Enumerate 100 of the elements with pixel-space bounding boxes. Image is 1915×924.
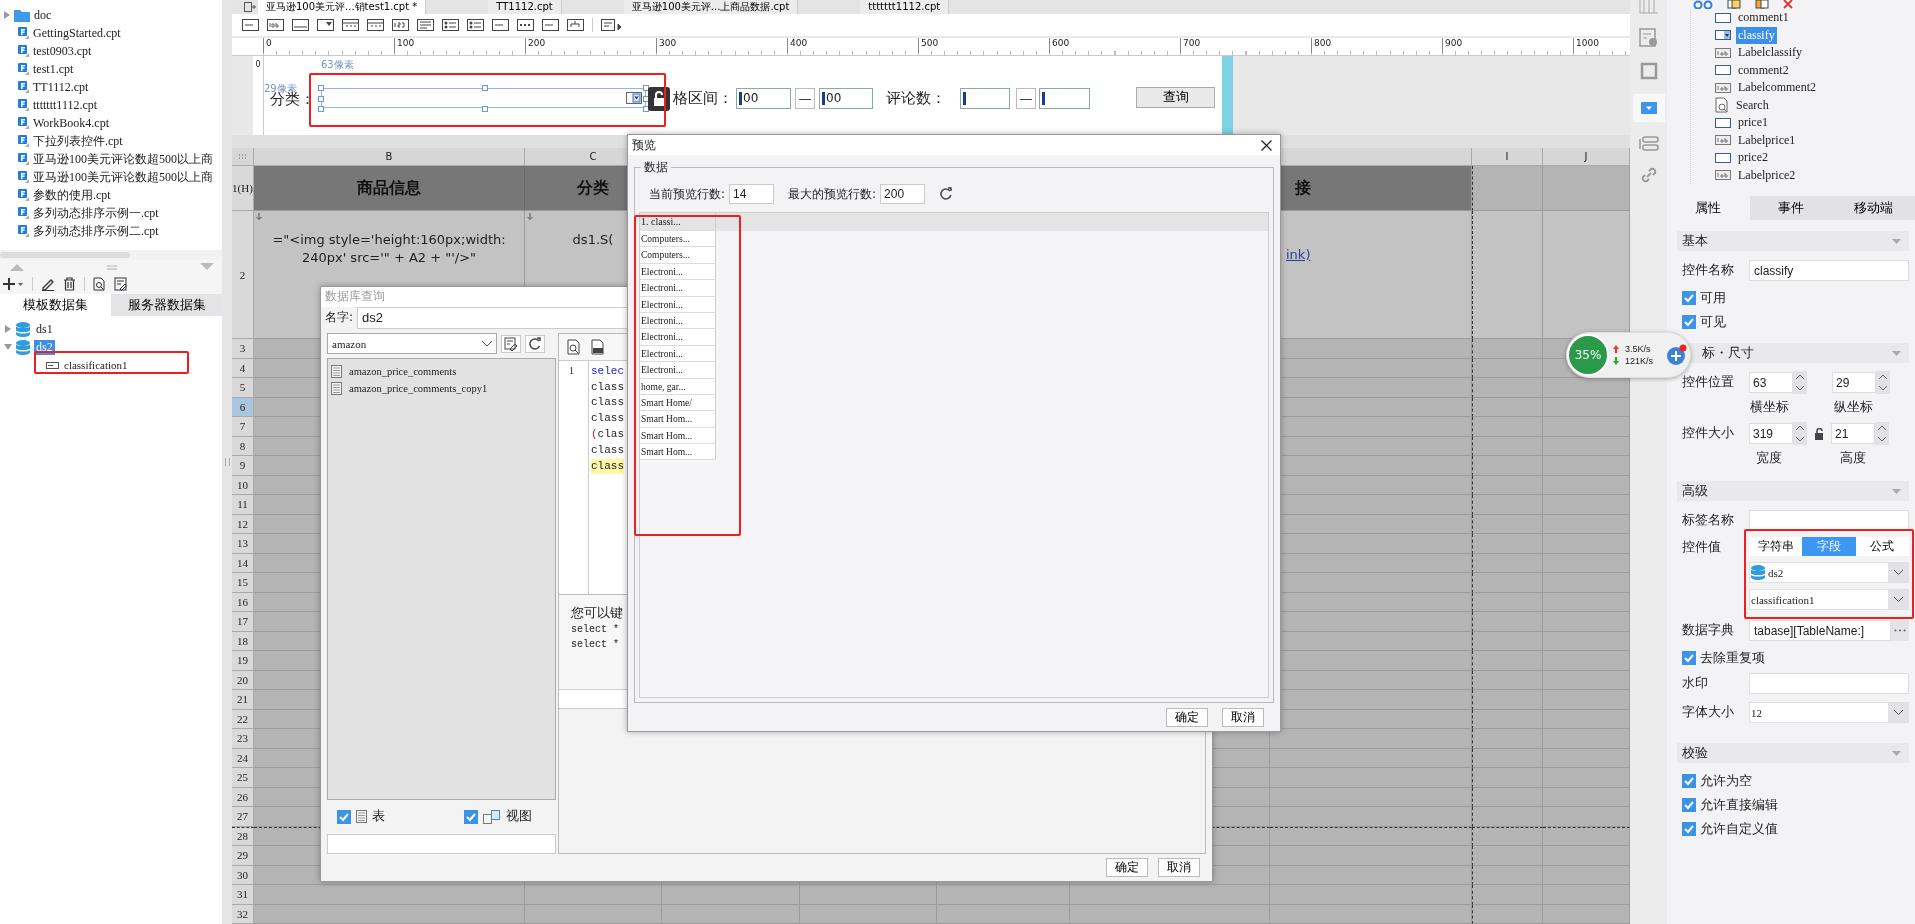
dialog-button[interactable]: 确定 — [1106, 857, 1148, 877]
dialog-button[interactable]: 确定 — [1166, 707, 1208, 727]
row-header[interactable]: 21 — [232, 690, 254, 710]
row-header[interactable]: 14 — [232, 553, 254, 573]
query-button[interactable]: 查询 — [1136, 86, 1215, 108]
widget-name[interactable]: comment1 — [1736, 9, 1791, 27]
editor-tab[interactable]: 亚马逊100美元评...销test1.cpt * — [258, 0, 427, 14]
widget-name[interactable]: price2 — [1736, 149, 1770, 167]
file-name[interactable]: test0903.cpt — [33, 43, 92, 59]
row-header[interactable]: 28 — [232, 826, 254, 846]
column-header[interactable]: J — [1543, 148, 1630, 166]
row-header[interactable]: 30 — [232, 865, 254, 885]
field-caption: 高度 — [1839, 450, 1867, 466]
folder-name[interactable]: doc — [34, 7, 52, 23]
row-header[interactable]: 24 — [232, 748, 254, 768]
section-header[interactable]: 校验 — [1677, 743, 1909, 763]
row-header[interactable]: 6 — [232, 397, 254, 417]
number-field[interactable]: 21 — [1831, 423, 1875, 444]
row-header[interactable]: 23 — [232, 729, 254, 749]
text-field[interactable]: classify — [1749, 260, 1909, 281]
range-separator: — — [795, 87, 815, 109]
row-header[interactable]: 5 — [232, 378, 254, 398]
section-header[interactable]: 基本 — [1677, 231, 1909, 251]
row-header[interactable]: 3 — [232, 339, 254, 359]
price-to-field[interactable]: 00 — [819, 87, 873, 109]
file-name[interactable]: TT1112.cpt — [33, 79, 89, 95]
row-header[interactable]: 10 — [232, 475, 254, 495]
font-size-dropdown[interactable]: 12 — [1749, 702, 1909, 723]
row-header[interactable]: 4 — [232, 358, 254, 378]
row-header[interactable]: 18 — [232, 631, 254, 651]
row-header[interactable]: 17 — [232, 612, 254, 632]
row-header[interactable]: 11 — [232, 495, 254, 515]
price-from-field[interactable]: 00 — [736, 87, 791, 109]
row-header[interactable]: 9 — [232, 456, 254, 476]
table-name[interactable]: amazon_price_comments — [349, 365, 457, 377]
row-header[interactable]: 22 — [232, 709, 254, 729]
file-name[interactable]: test1.cpt — [33, 61, 74, 77]
vertical-ruler: 0 — [253, 55, 264, 136]
connection-dropdown[interactable]: amazon — [327, 333, 497, 355]
widget-name[interactable]: Labelprice2 — [1736, 166, 1798, 184]
dialog-button[interactable]: 取消 — [1158, 857, 1200, 877]
field-dropdown[interactable]: classification1 — [1749, 589, 1909, 610]
column-header[interactable]: B — [254, 148, 525, 166]
row-header[interactable]: 8 — [232, 436, 254, 456]
field-name[interactable]: classification1 — [64, 359, 128, 371]
file-name[interactable]: 亚马逊100美元评论数超500以上商 — [33, 168, 213, 186]
dataset-name[interactable]: ds1 — [34, 321, 55, 337]
number-field[interactable]: 14 — [729, 184, 775, 204]
editor-tab[interactable]: TT1112.cpt — [488, 0, 562, 14]
widget-name[interactable]: Labelcomment2 — [1736, 79, 1818, 97]
row-header[interactable]: 2 — [232, 211, 254, 339]
dialog-button[interactable]: 取消 — [1222, 707, 1264, 727]
file-name[interactable]: 多列动态排序示例一.cpt — [33, 204, 159, 222]
number-field[interactable]: 200 — [880, 184, 926, 204]
row-header[interactable]: 13 — [232, 534, 254, 554]
number-field[interactable]: 63 — [1749, 372, 1793, 393]
file-name[interactable]: 多列动态排序示例二.cpt — [33, 222, 159, 240]
tab[interactable]: 事件 — [1749, 196, 1833, 220]
row-header[interactable]: 25 — [232, 768, 254, 788]
column-header[interactable]: I — [1472, 148, 1543, 166]
file-name[interactable]: 参数的使用.cpt — [33, 186, 111, 204]
row-header[interactable]: 19 — [232, 651, 254, 671]
row-header[interactable]: 26 — [232, 787, 254, 807]
number-field[interactable]: 319 — [1749, 423, 1793, 444]
row-header[interactable]: 1(H) — [232, 166, 254, 211]
table-name[interactable]: amazon_price_comments_copy1 — [349, 382, 488, 394]
field-label: 控件名称 — [1682, 262, 1735, 279]
file-name[interactable]: ttttttt1112.cpt — [33, 97, 98, 113]
row-header[interactable]: 32 — [232, 904, 254, 924]
row-header[interactable]: 20 — [232, 670, 254, 690]
table-cell: Electroni... — [640, 280, 716, 297]
hyperlink-text[interactable]: ink) — [1286, 247, 1311, 262]
file-name[interactable]: 亚马逊100美元评论数超500以上商 — [33, 150, 213, 168]
tab[interactable]: 服务器数据集 — [111, 294, 222, 316]
upload-speed: 3.5K/s — [1625, 344, 1651, 354]
field-label: 字体大小 — [1682, 704, 1735, 721]
widget-name[interactable]: Labelprice1 — [1736, 131, 1798, 149]
tab[interactable]: 移动端 — [1832, 196, 1915, 220]
dataset-dropdown[interactable]: ds2 — [1749, 562, 1909, 583]
row-header[interactable]: 27 — [232, 807, 254, 827]
code-line: class — [591, 411, 624, 427]
number-field[interactable]: 29 — [1832, 372, 1876, 393]
file-name[interactable]: WorkBook4.cpt — [33, 115, 110, 131]
widget-name[interactable]: comment2 — [1736, 61, 1791, 79]
editor-tab[interactable]: ttttttt1112.cpt — [860, 0, 950, 14]
range-separator: — — [1016, 87, 1036, 109]
row-header[interactable]: 31 — [232, 885, 254, 905]
section-header[interactable]: 高级 — [1677, 481, 1909, 501]
row-header[interactable]: 29 — [232, 846, 254, 866]
text-field[interactable]: tabase][TableName:] — [1749, 620, 1891, 641]
row-header[interactable]: 12 — [232, 514, 254, 534]
row-header[interactable]: 7 — [232, 417, 254, 437]
file-name[interactable]: 下拉列表控件.cpt — [33, 132, 123, 150]
row-header[interactable]: 16 — [232, 592, 254, 612]
file-name[interactable]: GettingStarted.cpt — [33, 25, 121, 41]
row-header[interactable]: 15 — [232, 573, 254, 593]
widget-name[interactable]: Search — [1734, 96, 1771, 114]
editor-tab[interactable]: 亚马逊100美元评...上商品数据.cpt — [623, 0, 799, 14]
widget-name[interactable]: Labelclassify — [1736, 44, 1804, 62]
widget-name[interactable]: price1 — [1736, 114, 1770, 132]
